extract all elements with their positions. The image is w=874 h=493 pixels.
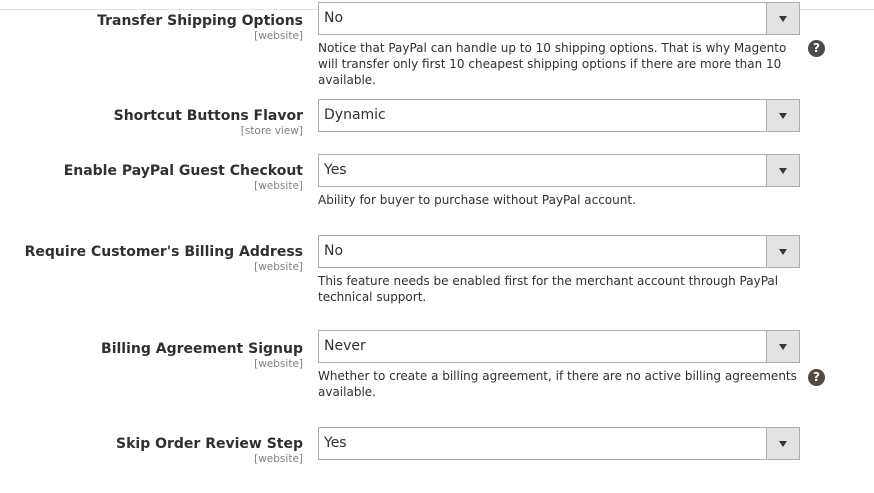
field-label: Shortcut Buttons Flavor — [113, 108, 303, 124]
field-label: Skip Order Review Step — [116, 436, 303, 452]
field-label: Require Customer's Billing Address — [24, 244, 303, 260]
billing-agreement-signup-select[interactable]: Never — [318, 330, 800, 363]
field-scope: [store view] — [240, 125, 303, 137]
enable-paypal-guest-checkout-select[interactable]: Yes — [318, 154, 800, 187]
field-note: This feature needs be enabled first for … — [318, 274, 779, 304]
select-value: Yes — [324, 435, 347, 451]
field-scope: [website] — [254, 30, 303, 42]
field-scope: [website] — [254, 180, 303, 192]
chevron-down-icon[interactable] — [766, 331, 799, 362]
select-value: Dynamic — [324, 107, 386, 123]
chevron-down-icon[interactable] — [766, 428, 799, 459]
transfer-shipping-options-select[interactable]: No — [318, 2, 800, 35]
field-label: Transfer Shipping Options — [97, 13, 303, 29]
field-note: Notice that PayPal can handle up to 10 s… — [318, 41, 787, 87]
field-scope: [website] — [254, 261, 303, 273]
chevron-down-icon[interactable] — [766, 100, 799, 131]
chevron-down-icon[interactable] — [766, 236, 799, 267]
field-note: Ability for buyer to purchase without Pa… — [318, 193, 636, 207]
select-value: Yes — [324, 162, 347, 178]
shortcut-buttons-flavor-select[interactable]: Dynamic — [318, 99, 800, 132]
select-value: No — [324, 243, 344, 259]
field-note: Whether to create a billing agreement, i… — [318, 369, 797, 399]
chevron-down-icon[interactable] — [766, 155, 799, 186]
require-billing-address-select[interactable]: No — [318, 235, 800, 268]
field-scope: [website] — [254, 358, 303, 370]
question-circle-icon[interactable]: ? — [808, 369, 825, 386]
skip-order-review-step-select[interactable]: Yes — [318, 427, 800, 460]
field-label: Billing Agreement Signup — [101, 341, 303, 357]
select-value: No — [324, 10, 344, 26]
field-label: Enable PayPal Guest Checkout — [63, 163, 303, 179]
question-circle-icon[interactable]: ? — [808, 40, 825, 57]
select-value: Never — [324, 338, 366, 354]
chevron-down-icon[interactable] — [766, 3, 799, 34]
field-scope: [website] — [254, 453, 303, 465]
